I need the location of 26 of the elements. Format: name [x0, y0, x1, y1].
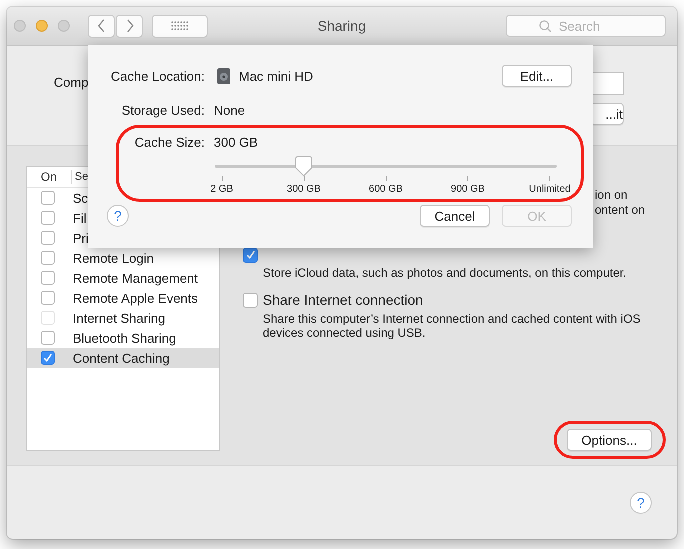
- service-name: Internet Sharing: [73, 310, 166, 326]
- storage-value: None: [214, 102, 246, 118]
- service-name: Remote Management: [73, 270, 198, 286]
- field-label: Cache Size:: [134, 134, 205, 150]
- cache-size-value: 300 GB: [214, 134, 258, 150]
- field-label: Cache Location:: [110, 68, 205, 84]
- service-name: Remote Apple Events: [73, 290, 198, 306]
- tick-label: 2 GB: [210, 184, 234, 195]
- service-name: Pri: [73, 230, 89, 246]
- service-name: Content Caching: [73, 350, 170, 366]
- description-text: ion on: [595, 188, 628, 203]
- computer-name-label: Comp: [54, 75, 89, 92]
- service-name: Fil: [73, 210, 87, 226]
- option-description: Store iCloud data, such as photos and documents, on this computer.: [263, 266, 628, 280]
- tick-label: Unlimited: [528, 184, 572, 195]
- description-text: ontent on: [595, 203, 646, 218]
- tick-label: 300 GB: [286, 184, 322, 195]
- service-name: Bluetooth Sharing: [73, 330, 176, 346]
- service-name: Sc: [73, 190, 88, 206]
- service-name: Remote Login: [73, 250, 154, 266]
- disk-name: Mac mini HD: [239, 68, 314, 84]
- tick-label: 900 GB: [450, 184, 486, 195]
- option-description: Share this computer’s Internet connection and cached content with iOS devices connected using USB.: [263, 312, 642, 340]
- field-label: Storage Used:: [120, 102, 205, 118]
- window-title: Sharing: [318, 18, 366, 34]
- tick-label: 600 GB: [368, 184, 404, 195]
